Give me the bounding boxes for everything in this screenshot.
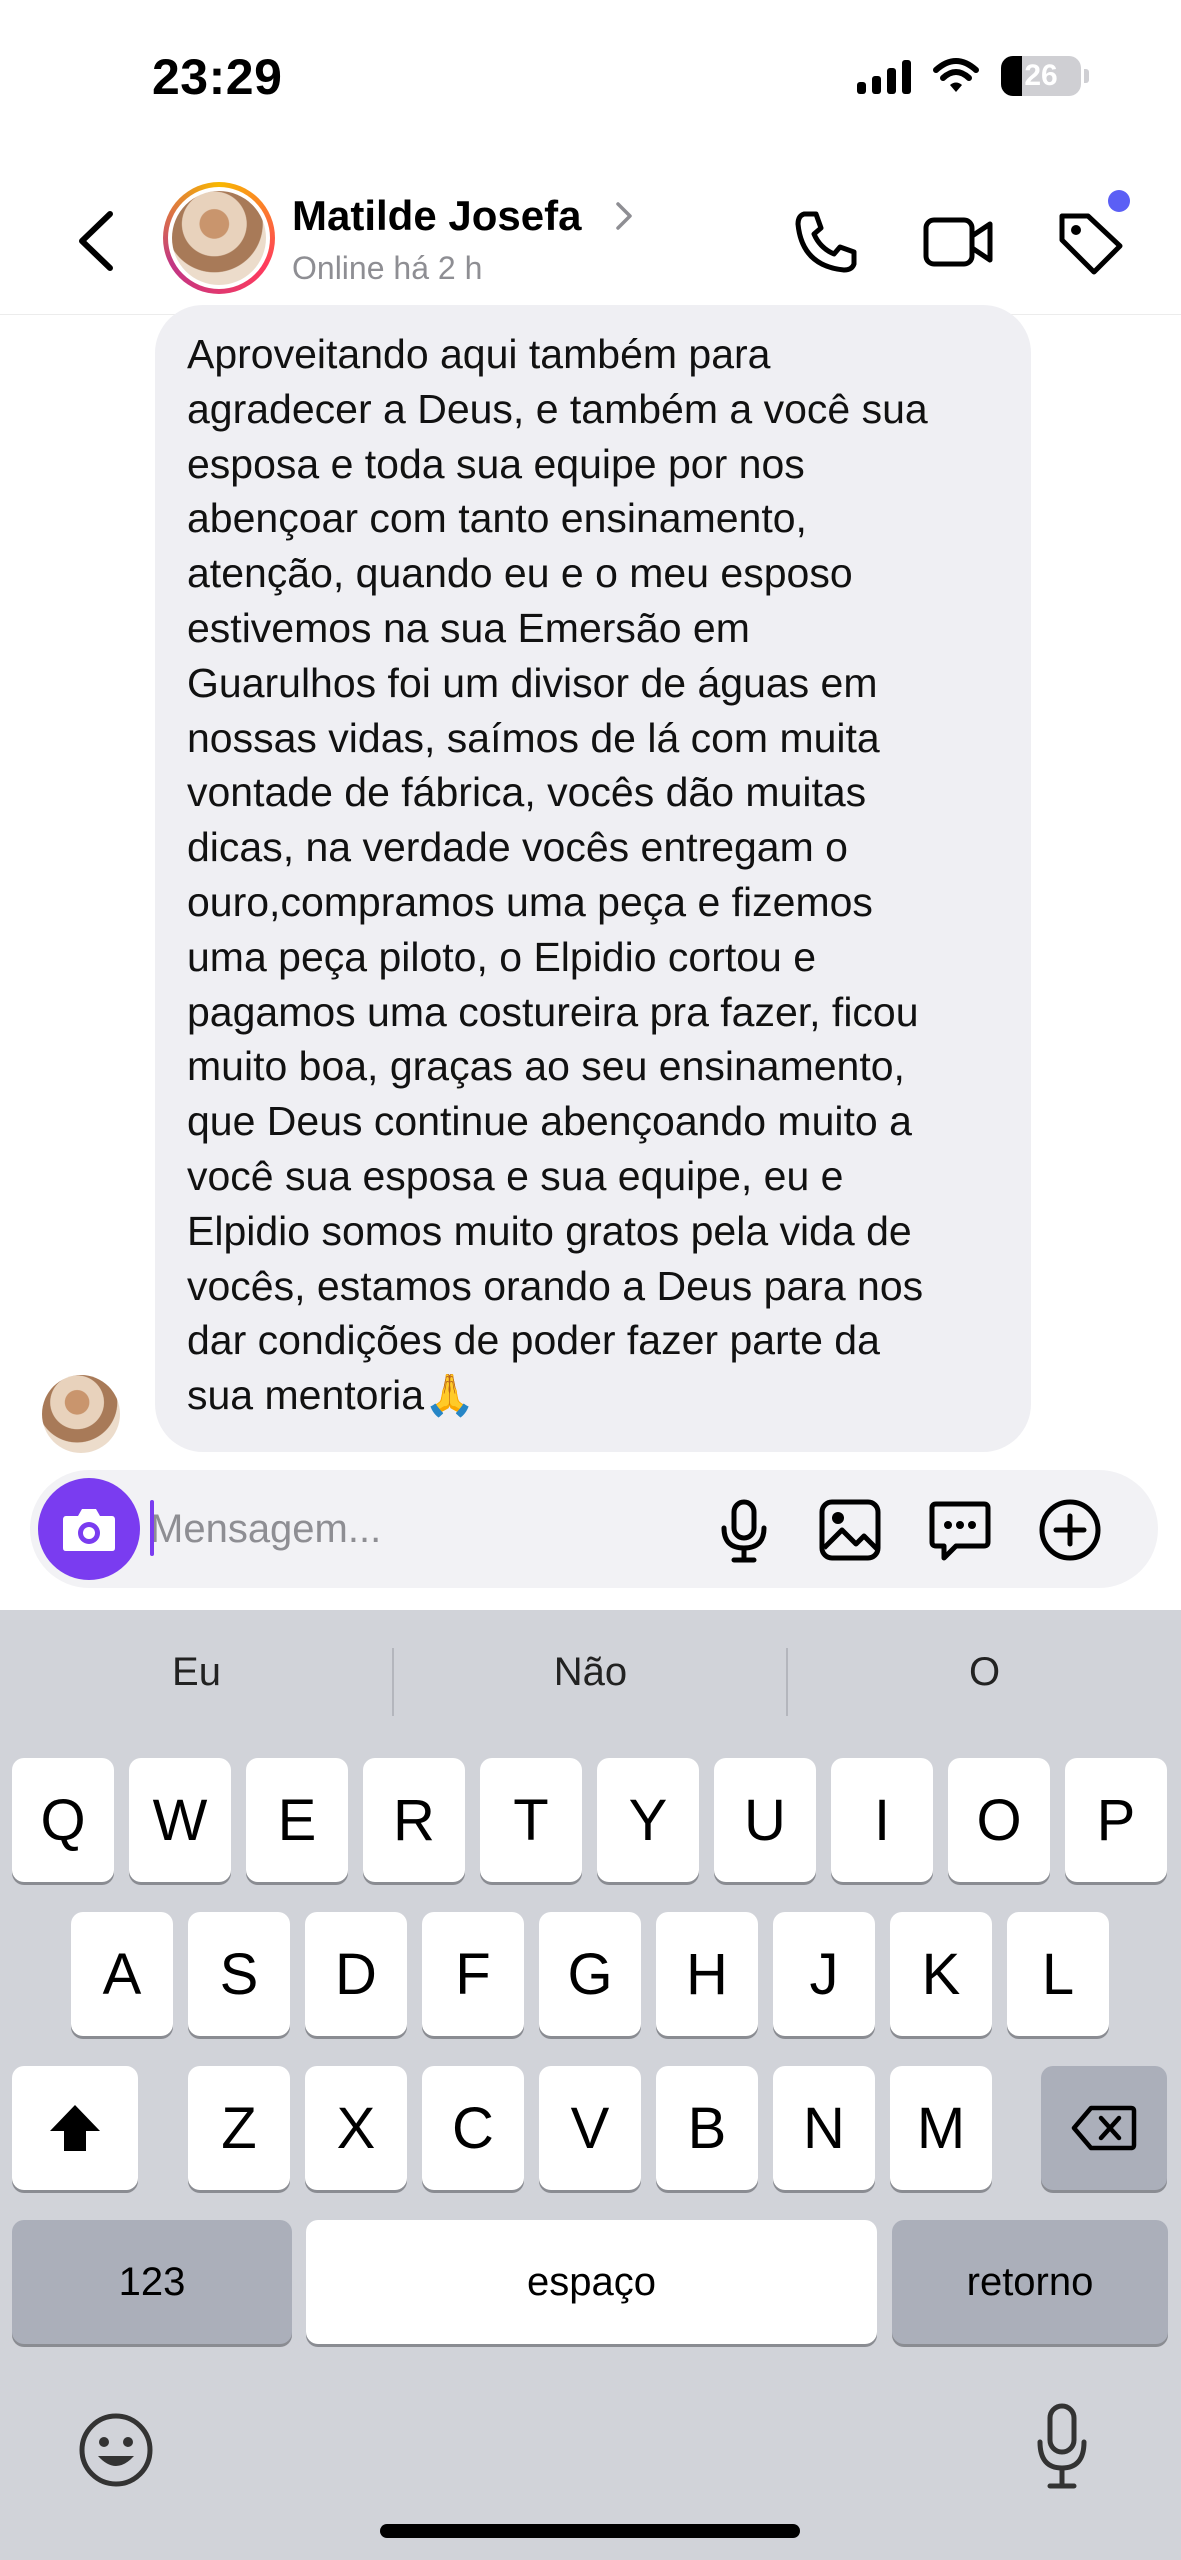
status-bar: 23:29 26 (0, 0, 1181, 150)
battery-level: 26 (1024, 59, 1058, 92)
key[interactable]: C (422, 2066, 524, 2190)
key[interactable]: O (948, 1758, 1050, 1882)
key[interactable]: Z (188, 2066, 290, 2190)
key[interactable]: F (422, 1912, 524, 2036)
key[interactable]: R (363, 1758, 465, 1882)
contact-status: Online há 2 h (292, 250, 483, 286)
key[interactable]: G (539, 1912, 641, 2036)
keyboard: Eu Não O Q W E R T Y U I O P A S D F G H… (0, 1610, 1181, 2560)
image-icon[interactable] (816, 1496, 884, 1564)
sticker-icon[interactable] (926, 1496, 994, 1564)
key[interactable]: W (129, 1758, 231, 1882)
dictation-microphone-icon[interactable] (1032, 2402, 1092, 2492)
key[interactable]: S (188, 1912, 290, 2036)
suggestion-item[interactable]: Eu (0, 1650, 393, 1695)
sender-avatar[interactable] (42, 1375, 120, 1453)
status-time: 23:29 (152, 49, 283, 105)
status-icons: 26 (857, 56, 1089, 96)
key[interactable]: A (71, 1912, 173, 2036)
key[interactable]: V (539, 2066, 641, 2190)
shift-icon (50, 2105, 100, 2151)
camera-icon (63, 1509, 115, 1551)
suggestion-item[interactable]: Não (394, 1650, 787, 1695)
key[interactable]: H (656, 1912, 758, 2036)
camera-button[interactable] (38, 1478, 140, 1580)
numbers-key[interactable]: 123 (12, 2220, 292, 2344)
suggestion-item[interactable]: O (788, 1650, 1181, 1695)
space-key[interactable]: espaço (306, 2220, 877, 2344)
key[interactable]: L (1007, 1912, 1109, 2036)
key[interactable]: E (246, 1758, 348, 1882)
notification-dot (1108, 190, 1130, 212)
key[interactable]: T (480, 1758, 582, 1882)
tag-icon[interactable] (1054, 206, 1126, 278)
message-composer (30, 1470, 1158, 1588)
key[interactable]: B (656, 2066, 758, 2190)
contact-name[interactable]: Matilde Josefa (292, 192, 581, 240)
plus-icon[interactable] (1036, 1496, 1104, 1564)
key[interactable]: Q (12, 1758, 114, 1882)
key[interactable]: P (1065, 1758, 1167, 1882)
wifi-icon (933, 58, 979, 92)
key[interactable]: Y (597, 1758, 699, 1882)
key[interactable]: D (305, 1912, 407, 2036)
message-bubble[interactable]: Aproveitando aqui também para agradecer … (155, 305, 1031, 1452)
message-text: Aproveitando aqui também para agradecer … (187, 331, 928, 1419)
backspace-key[interactable] (1041, 2066, 1167, 2190)
message-input[interactable] (150, 1494, 710, 1564)
key[interactable]: K (890, 1912, 992, 2036)
backspace-icon (1071, 2105, 1137, 2151)
chat-header: Matilde Josefa Online há 2 h (0, 170, 1181, 315)
cellular-signal-icon (857, 58, 911, 94)
suggestion-bar: Eu Não O (0, 1610, 1181, 1750)
key[interactable]: X (305, 2066, 407, 2190)
key[interactable]: U (714, 1758, 816, 1882)
battery-icon: 26 (1001, 56, 1089, 96)
shift-key[interactable] (12, 2066, 138, 2190)
emoji-icon[interactable] (76, 2410, 156, 2490)
key[interactable]: N (773, 2066, 875, 2190)
key[interactable]: I (831, 1758, 933, 1882)
phone-icon[interactable] (790, 206, 862, 278)
microphone-icon[interactable] (710, 1496, 778, 1564)
video-camera-icon[interactable] (922, 206, 994, 278)
key[interactable]: J (773, 1912, 875, 2036)
text-caret (150, 1500, 154, 1556)
back-icon[interactable] (70, 206, 130, 276)
contact-avatar[interactable] (163, 182, 275, 294)
return-key[interactable]: retorno (892, 2220, 1168, 2344)
key[interactable]: M (890, 2066, 992, 2190)
chevron-right-icon[interactable] (612, 196, 636, 236)
home-indicator[interactable] (380, 2524, 800, 2538)
